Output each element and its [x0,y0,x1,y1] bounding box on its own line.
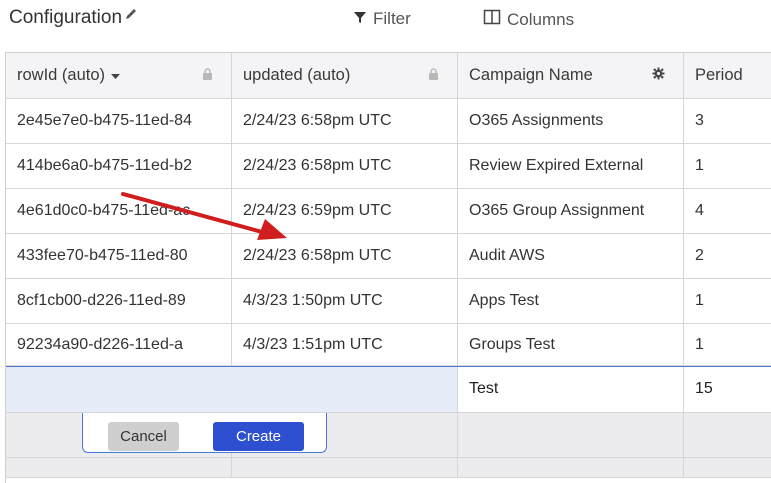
create-button[interactable]: Create [213,422,304,451]
chevron-down-icon[interactable] [111,66,121,85]
cell-campaign-name[interactable]: Groups Test [458,324,684,366]
cell-updated[interactable]: 4/3/23 1:51pm UTC [232,324,458,366]
cancel-button[interactable]: Cancel [108,422,179,451]
columns-icon [483,9,501,30]
pencil-icon[interactable] [124,5,138,27]
cell-rowid[interactable]: 4e61d0c0-b475-11ed-ac [6,189,232,234]
column-header-period[interactable]: Period [684,53,771,99]
cell-period[interactable]: 3 [684,99,771,144]
filter-button[interactable]: Filter [353,9,411,29]
cell-campaign-name[interactable]: O365 Group Assignment [458,189,684,234]
empty-row [6,458,771,478]
page-title-text: Configuration [9,7,123,28]
new-row-actions: Cancel Create [82,413,327,453]
table-row[interactable]: 8cf1cb00-d226-11ed-89 4/3/23 1:50pm UTC … [6,279,771,324]
column-header-label: updated (auto) [243,66,351,84]
column-header-rowid[interactable]: rowId (auto) [6,53,232,99]
cell-campaign-name[interactable]: Audit AWS [458,234,684,279]
cell-campaign-name[interactable]: Review Expired External [458,144,684,189]
cell-rowid[interactable]: 414be6a0-b475-11ed-b2 [6,144,232,189]
empty-cell [232,458,458,478]
columns-button[interactable]: Columns [483,9,574,30]
table-row[interactable]: 433fee70-b475-11ed-80 2/24/23 6:58pm UTC… [6,234,771,279]
action-row-cell [684,413,771,458]
gear-icon[interactable] [652,66,665,85]
data-grid: rowId (auto) updated (auto) Campaign Nam… [5,52,771,483]
empty-cell [458,458,684,478]
column-header-updated[interactable]: updated (auto) [232,53,458,99]
header-row: rowId (auto) updated (auto) Campaign Nam… [6,53,771,99]
column-header-campaign-name[interactable]: Campaign Name [458,53,684,99]
cell-campaign-name[interactable]: O365 Assignments [458,99,684,144]
table-row[interactable]: 4e61d0c0-b475-11ed-ac 2/24/23 6:59pm UTC… [6,189,771,234]
cell-period[interactable]: 1 [684,324,771,366]
cell-rowid[interactable]: 92234a90-d226-11ed-a [6,324,232,366]
table-row[interactable]: 414be6a0-b475-11ed-b2 2/24/23 6:58pm UTC… [6,144,771,189]
page-title: Configuration [9,7,138,29]
cell-updated[interactable]: 2/24/23 6:58pm UTC [232,99,458,144]
filter-icon [353,9,367,29]
cell-period[interactable]: 4 [684,189,771,234]
action-row-cell [458,413,684,458]
new-cell-campaign-name[interactable]: Test [458,366,684,413]
cell-period[interactable]: 1 [684,144,771,189]
cell-updated[interactable]: 2/24/23 6:58pm UTC [232,234,458,279]
column-header-label: Campaign Name [469,66,593,84]
column-header-label: rowId (auto) [17,66,106,84]
cell-updated[interactable]: 2/24/23 6:58pm UTC [232,144,458,189]
column-header-label: Period [695,66,743,84]
filter-label: Filter [373,9,411,28]
cell-updated[interactable]: 4/3/23 1:50pm UTC [232,279,458,324]
cell-period[interactable]: 2 [684,234,771,279]
new-cell-updated [232,366,458,413]
table-row[interactable]: 2e45e7e0-b475-11ed-84 2/24/23 6:58pm UTC… [6,99,771,144]
lock-icon [428,66,439,85]
cell-rowid[interactable]: 433fee70-b475-11ed-80 [6,234,232,279]
empty-cell [6,458,232,478]
new-cell-rowid [6,366,232,413]
cell-rowid[interactable]: 2e45e7e0-b475-11ed-84 [6,99,232,144]
lock-icon [202,66,213,85]
new-row[interactable]: Test 15 [6,366,771,413]
new-cell-period[interactable]: 15 [684,366,771,413]
cell-rowid[interactable]: 8cf1cb00-d226-11ed-89 [6,279,232,324]
table-row[interactable]: 92234a90-d226-11ed-a 4/3/23 1:51pm UTC G… [6,324,771,366]
cell-updated[interactable]: 2/24/23 6:59pm UTC [232,189,458,234]
columns-label: Columns [507,9,575,29]
cell-period[interactable]: 1 [684,279,771,324]
empty-cell [684,458,771,478]
cell-campaign-name[interactable]: Apps Test [458,279,684,324]
